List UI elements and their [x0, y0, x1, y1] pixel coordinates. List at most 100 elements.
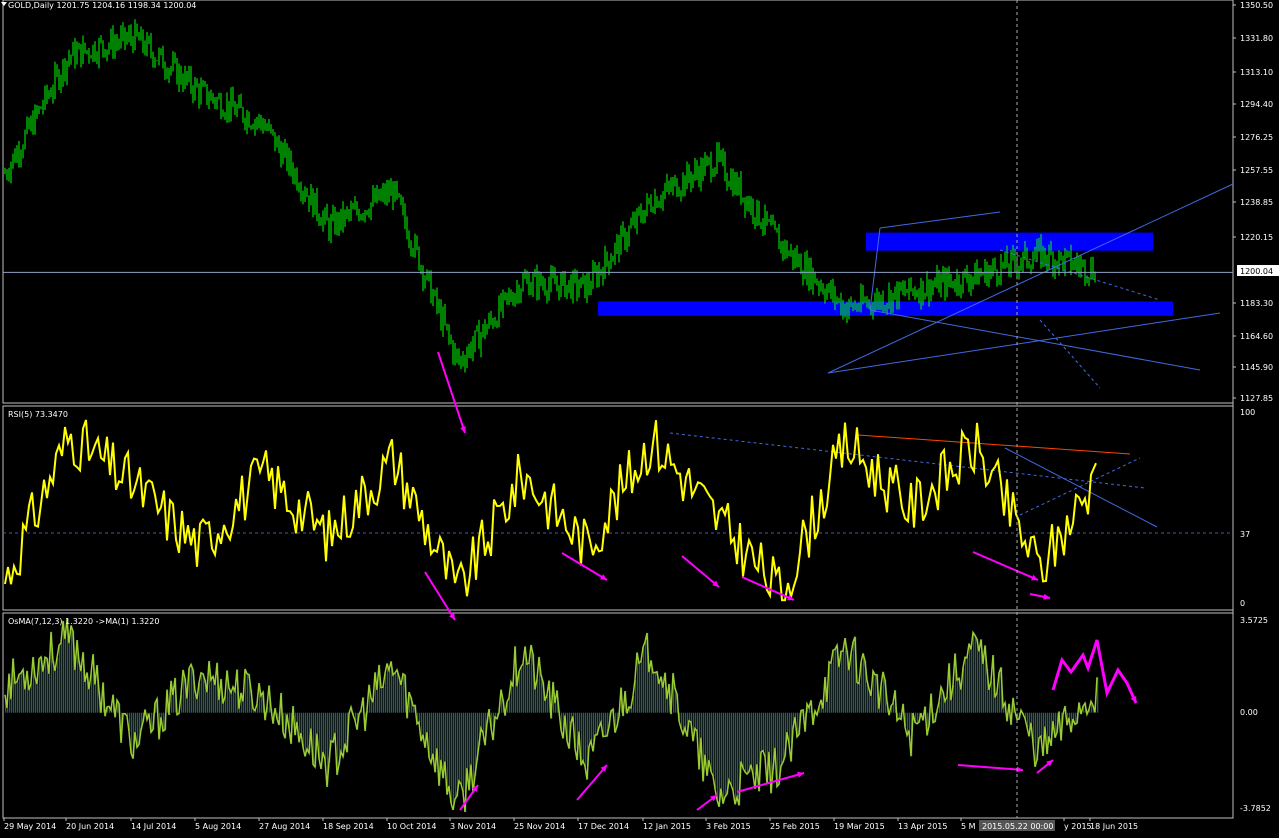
osma-bar — [579, 712, 581, 732]
osma-bar — [725, 712, 727, 797]
osma-bar — [81, 671, 83, 713]
osma-bar — [875, 674, 877, 713]
osma-bar — [713, 712, 715, 776]
time-tick-label: 18 Jun 2015 — [1090, 822, 1138, 831]
osma-bar — [311, 712, 313, 729]
osma-bar — [659, 683, 661, 713]
osma-bar — [711, 712, 713, 772]
arrow-head — [1043, 593, 1050, 600]
osma-bar — [437, 712, 439, 749]
time-tick-label: 18 Sep 2014 — [323, 822, 374, 831]
price-tick-label: 1238.85 — [1240, 198, 1273, 207]
osma-bar — [45, 657, 47, 713]
osma-bar — [383, 687, 385, 713]
price-candles — [4, 19, 1096, 373]
osma-bar — [1073, 712, 1075, 720]
osma-bar — [535, 689, 537, 713]
current-price-label: 1200.04 — [1240, 267, 1273, 276]
rsi-tick-label: 100 — [1240, 408, 1255, 417]
osma-bar — [663, 687, 665, 713]
rsi-dashed-trendline — [669, 432, 1146, 489]
osma-bar — [843, 651, 845, 713]
osma-bar — [975, 635, 977, 713]
osma-bar — [481, 712, 483, 729]
osma-bar — [1069, 712, 1071, 718]
time-tick-label: 12 Jan 2015 — [643, 822, 691, 831]
rsi-dashed-trendline — [1019, 457, 1141, 516]
osma-bar — [971, 649, 973, 713]
osma-bar — [741, 712, 743, 762]
price-zones — [598, 232, 1173, 316]
osma-bar — [25, 689, 27, 713]
price-trendlines — [3, 183, 1234, 389]
osma-bar — [303, 712, 305, 748]
osma-bar — [403, 673, 405, 713]
osma-bar — [531, 645, 533, 713]
osma-bar — [565, 712, 567, 716]
osma-bar — [345, 712, 347, 744]
osma-bar — [135, 712, 137, 733]
osma-bar — [537, 679, 539, 713]
osma-bar — [215, 685, 217, 713]
price-tick-label: 1257.55 — [1240, 166, 1273, 175]
osma-bar — [743, 712, 745, 769]
osma-bar — [857, 682, 859, 713]
osma-bar — [519, 671, 521, 713]
osma-bar — [385, 673, 387, 713]
osma-bar — [951, 700, 953, 713]
osma-bar — [17, 681, 19, 713]
time-tick-label: 5 M — [961, 822, 976, 831]
osma-bar — [427, 712, 429, 733]
wedge-bottom — [869, 309, 1201, 371]
dashed-trendline — [999, 249, 1161, 301]
osma-bar — [91, 674, 93, 713]
osma-tick-label: 0.00 — [1240, 708, 1258, 717]
osma-bar — [583, 712, 585, 761]
osma-tick-label: -3.7852 — [1240, 804, 1271, 813]
osma-bar — [397, 669, 399, 713]
osma-bar — [131, 712, 133, 754]
zigzag-arrow — [1051, 639, 1138, 704]
osma-bar — [555, 703, 557, 713]
osma-bar — [529, 663, 531, 713]
osma-bar — [691, 712, 693, 723]
time-tick-label: 29 May 2014 — [4, 822, 56, 831]
osma-bar — [645, 642, 647, 713]
osma-bar — [749, 712, 751, 772]
osma-bar — [639, 663, 641, 713]
chart-canvas[interactable]: 1350.50 1331.80 1313.10 1294.40 1276.25 1257.… — [0, 0, 1279, 838]
osma-bar — [967, 657, 969, 713]
osma-bar — [763, 712, 765, 751]
price-tick-label: 1220.15 — [1240, 233, 1273, 242]
osma-bar — [1041, 712, 1043, 737]
osma-bar — [979, 651, 981, 713]
osma-bar — [509, 697, 511, 713]
osma-bar — [57, 657, 59, 713]
osma-bar — [377, 689, 379, 713]
osma-bar — [641, 661, 643, 713]
osma-bar — [463, 712, 465, 793]
osma-bar — [55, 670, 57, 713]
rsi-line — [4, 419, 1097, 602]
osma-bar — [595, 712, 597, 736]
time-tick-label: 5 Aug 2014 — [195, 822, 241, 831]
rsi-axis: 100 37 0 — [1240, 408, 1255, 608]
osma-bar — [65, 639, 67, 713]
osma-bar — [471, 712, 473, 765]
osma-bar — [835, 649, 837, 713]
osma-bar — [787, 712, 789, 733]
rsi-panel-label: RSI(5) 73.3470 — [8, 410, 68, 419]
osma-bar — [219, 700, 221, 713]
osma-bar — [137, 712, 139, 748]
price-panel-menu-icon[interactable] — [1, 2, 7, 6]
time-tick-label: 14 Jul 2014 — [131, 822, 176, 831]
osma-bar — [223, 703, 225, 713]
osma-bar — [697, 712, 699, 731]
osma-bar — [247, 673, 249, 713]
osma-bar — [973, 632, 975, 713]
time-tick-label: 25 Nov 2014 — [514, 822, 565, 831]
osma-bar — [853, 642, 855, 713]
osma-bar — [401, 685, 403, 713]
osma-bar — [999, 673, 1001, 713]
price-tick-label: 1127.85 — [1240, 394, 1273, 403]
